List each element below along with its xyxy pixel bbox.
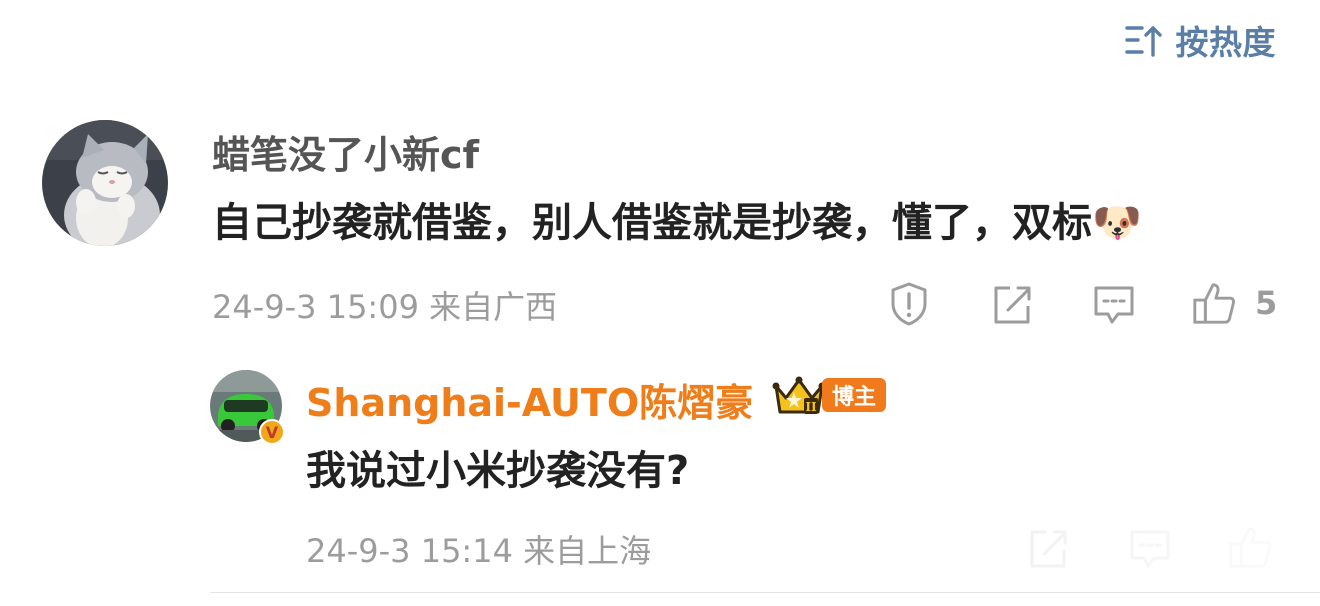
crown-icon[interactable]: II: [772, 374, 826, 418]
sort-by-heat-button[interactable]: 按热度: [1124, 18, 1277, 62]
like-icon[interactable]: [1226, 522, 1274, 570]
divider: [210, 592, 1320, 593]
comment-text: 自己抄袭就借鉴，别人借鉴就是抄袭，懂了，双标🐶: [212, 200, 1142, 246]
like-count: 5: [1255, 284, 1278, 322]
reply-meta: 24-9-3 15:14 来自上海: [306, 532, 652, 570]
avatar[interactable]: [42, 120, 168, 246]
blogger-badge: 博主: [822, 378, 887, 412]
sort-label: 按热度: [1175, 23, 1276, 62]
report-icon[interactable]: [885, 280, 933, 328]
verified-badge: V: [259, 419, 285, 445]
sort-icon: [1124, 20, 1164, 60]
reply-icon[interactable]: [1126, 524, 1174, 572]
reply-username[interactable]: Shanghai-AUTO陈熠豪: [306, 372, 753, 427]
repost-icon[interactable]: [988, 280, 1036, 328]
comment-username[interactable]: 蜡笔没了小新cf: [212, 124, 479, 179]
comment-meta: 24-9-3 15:09 来自广西: [212, 288, 558, 326]
reply-text: 我说过小米抄袭没有?: [306, 448, 690, 494]
like-icon[interactable]: [1190, 278, 1238, 326]
crown-level: II: [805, 400, 817, 414]
reply-icon[interactable]: [1090, 280, 1138, 328]
comment-thread: 按热度 蜡笔没了小新cf 自己抄袭就借鉴，别人借鉴就是抄袭，懂了，双标🐶 24-…: [0, 0, 1320, 606]
repost-icon[interactable]: [1024, 524, 1072, 572]
